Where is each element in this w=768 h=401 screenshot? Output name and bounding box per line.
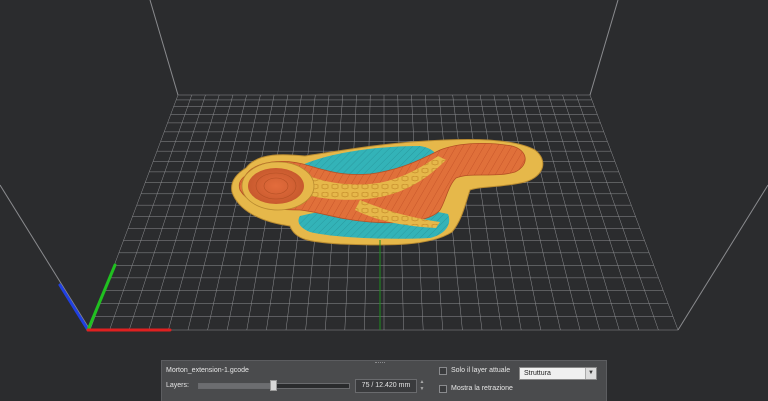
layer-spinbox[interactable]: 75 / 12.420 mm	[355, 379, 417, 393]
view-mode-value: Struttura	[524, 370, 551, 377]
retraction-checkbox[interactable]	[439, 385, 447, 393]
chevron-up-icon[interactable]: ▲	[418, 379, 426, 386]
current-layer-checkbox[interactable]	[439, 367, 447, 375]
spinbox-arrows[interactable]: ▲ ▼	[418, 379, 426, 393]
gcode-filename: Morton_extension-1.gcode	[166, 367, 249, 374]
view-mode-select[interactable]: Struttura ▼	[519, 367, 597, 380]
current-layer-label: Solo il layer attuale	[451, 367, 511, 374]
chevron-down-icon[interactable]: ▼	[418, 386, 426, 393]
3d-viewport[interactable]	[0, 0, 768, 401]
panel-drag-handle[interactable]	[375, 362, 385, 365]
retraction-label: Mostra la retrazione	[451, 385, 513, 392]
layer-view-panel: Morton_extension-1.gcode Layers: 75 / 12…	[161, 360, 607, 401]
layer-slider-fill	[199, 384, 273, 388]
chevron-down-icon[interactable]: ▼	[585, 368, 596, 379]
layer-slider-handle[interactable]	[269, 380, 277, 391]
layers-label: Layers:	[166, 382, 189, 389]
